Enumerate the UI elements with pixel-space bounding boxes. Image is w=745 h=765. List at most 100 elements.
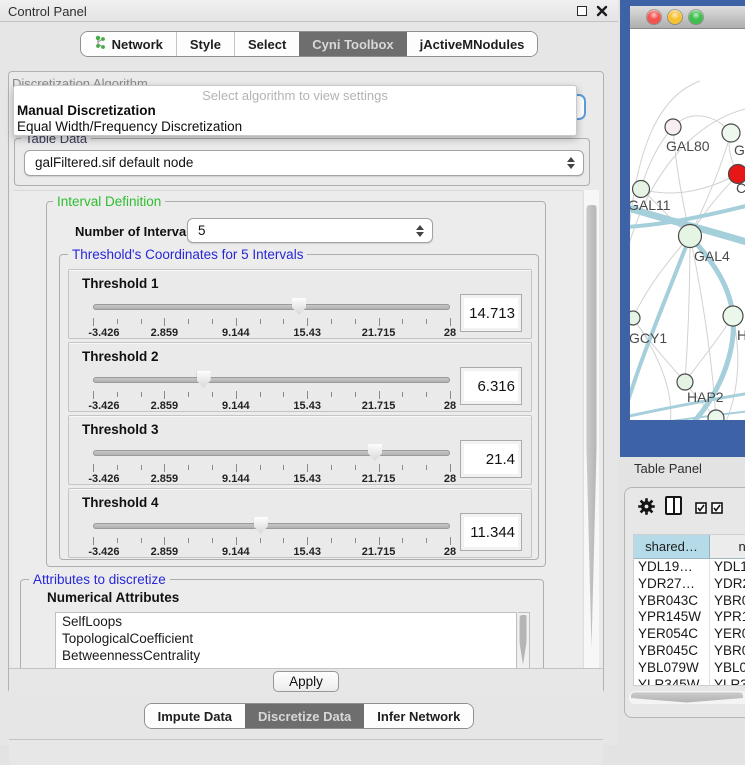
tab-jactivemnodules[interactable]: jActiveMNodules (407, 32, 538, 56)
network-node[interactable] (722, 124, 740, 142)
thresholds-group: Threshold's Coordinates for 5 Intervals … (59, 254, 539, 560)
tab-network[interactable]: Network (81, 32, 177, 56)
node-table: shared… na YDL19…YDL1YDR27…YDR2YBR043CYB… (633, 534, 745, 686)
network-node-label: GAL80 (666, 138, 710, 154)
settings-vertical-scrollbar[interactable] (583, 190, 599, 668)
slider-ticks (93, 391, 450, 400)
attributes-list-scrollbar[interactable] (518, 612, 530, 668)
network-canvas[interactable]: GAL80GACGAL11GAL4GCY1HHAP2 (630, 29, 745, 420)
network-icon (94, 35, 107, 53)
threshold-value[interactable]: 11.344 (460, 513, 522, 551)
threshold-value[interactable]: 21.4 (460, 440, 522, 478)
apply-button[interactable]: Apply (273, 671, 339, 692)
table-row[interactable]: YDR27…YDR2 (634, 576, 745, 593)
settings-scroll-viewport: Interval Definition Number of Intervals … (14, 190, 582, 668)
network-node[interactable] (677, 374, 693, 390)
interval-definition-label: Interval Definition (53, 194, 165, 209)
threshold-slider[interactable]: -3.4262.8599.14415.4321.71528 (93, 517, 450, 555)
slider-thumb[interactable] (292, 298, 306, 315)
table-panel-title: Table Panel (634, 461, 702, 476)
list-item[interactable]: BetweennessCentrality (56, 647, 516, 664)
slider-tick-labels: -3.4262.8599.14415.4321.71528 (93, 400, 450, 412)
table-header-row: shared… na (634, 535, 745, 559)
table-row[interactable]: YDL19…YDL1 (634, 559, 745, 576)
network-node-label: H (737, 327, 745, 343)
cell-name: YLR3 (710, 677, 745, 686)
threshold-slider[interactable]: -3.4262.8599.14415.4321.71528 (93, 444, 450, 482)
minimize-traffic-light-icon[interactable] (668, 10, 682, 24)
column-header-shared[interactable]: shared… (634, 535, 710, 558)
slider-thumb[interactable] (197, 371, 211, 388)
network-node-label: HAP2 (687, 389, 724, 405)
algorithm-option-manual[interactable]: Manual Discretization (14, 103, 576, 119)
threshold-value[interactable]: 14.713 (460, 294, 522, 332)
cell-name: YBR0 (710, 593, 745, 610)
network-node[interactable] (679, 225, 702, 248)
slider-thumb[interactable] (254, 517, 268, 534)
threshold-panel: Threshold 4-3.4262.8599.14415.4321.71528… (68, 488, 532, 558)
checkbox-icon[interactable] (711, 501, 723, 519)
network-node[interactable] (665, 119, 681, 135)
numerical-attributes-list[interactable]: SelfLoopsTopologicalCoefficientBetweenne… (55, 612, 517, 668)
tab-network-label: Network (112, 37, 163, 52)
gear-icon[interactable] (637, 497, 656, 521)
threshold-label: Threshold 3 (82, 422, 159, 437)
table-horizontal-scrollbar[interactable] (629, 691, 745, 704)
float-icon[interactable] (577, 6, 587, 16)
list-item[interactable]: SelfLoops (56, 613, 516, 630)
slider-tick-labels: -3.4262.8599.14415.4321.71528 (93, 327, 450, 339)
list-item[interactable]: TopologicalCoefficient (56, 630, 516, 647)
network-node[interactable] (633, 181, 650, 198)
algorithm-option-equal-width[interactable]: Equal Width/Frequency Discretization (14, 119, 576, 135)
network-node[interactable] (723, 306, 743, 326)
slider-ticks (93, 464, 450, 473)
network-edge[interactable] (633, 318, 685, 382)
checkbox-icon[interactable] (695, 501, 707, 519)
algorithm-hint: Select algorithm to view settings (14, 86, 576, 103)
tab-infer-network[interactable]: Infer Network (364, 704, 473, 728)
slider-thumb[interactable] (368, 444, 382, 461)
tab-style[interactable]: Style (177, 32, 235, 56)
attributes-group-label: Attributes to discretize (29, 572, 170, 587)
number-of-intervals-combobox[interactable]: 5 (187, 218, 433, 243)
network-node[interactable] (708, 410, 724, 420)
footer-bar: Apply (9, 668, 603, 694)
network-node[interactable] (630, 311, 640, 325)
table-row[interactable]: YPR145WYPR1 (634, 609, 745, 626)
table-row[interactable]: YER054CYER0 (634, 626, 745, 643)
threshold-slider[interactable]: -3.4262.8599.14415.4321.71528 (93, 371, 450, 409)
tab-impute-data[interactable]: Impute Data (145, 704, 245, 728)
table-row[interactable]: YLR345WYLR3 (634, 677, 745, 686)
table-data-selected-value: galFiltered.sif default node (35, 155, 193, 170)
tab-discretize-data[interactable]: Discretize Data (245, 704, 364, 728)
column-header-name[interactable]: na (710, 535, 745, 558)
network-node-label: C (736, 180, 745, 196)
control-panel-titlebar: Control Panel (0, 0, 618, 22)
table-row[interactable]: YBL079WYBL0 (634, 660, 745, 677)
close-icon[interactable] (595, 3, 609, 19)
close-traffic-light-icon[interactable] (647, 10, 661, 24)
threshold-label: Threshold 1 (82, 276, 159, 291)
tab-cyni-toolbox[interactable]: Cyni Toolbox (299, 32, 406, 56)
slider-ticks (93, 537, 450, 546)
threshold-slider[interactable]: -3.4262.8599.14415.4321.71528 (93, 298, 450, 336)
combo-arrows-icon (567, 157, 576, 169)
table-data-combobox[interactable]: galFiltered.sif default node (24, 150, 584, 176)
network-edge[interactable] (685, 236, 690, 382)
network-view-window: GAL80GACGAL11GAL4GCY1HHAP2 (620, 0, 745, 457)
window-title: Control Panel (8, 4, 87, 19)
threshold-label: Threshold 2 (82, 349, 159, 364)
cell-shared-name: YER054C (634, 626, 710, 643)
table-row[interactable]: YBR045CYBR0 (634, 643, 745, 660)
threshold-value[interactable]: 6.316 (460, 367, 522, 405)
bottom-tab-bar: Impute Data Discretize Data Infer Networ… (0, 703, 618, 729)
table-panel-toolbar (625, 488, 745, 528)
zoom-traffic-light-icon[interactable] (689, 10, 703, 24)
number-of-intervals-value: 5 (198, 223, 206, 238)
slider-ticks (93, 318, 450, 327)
network-edge[interactable] (641, 127, 673, 189)
columns-icon[interactable] (665, 496, 682, 515)
tab-select[interactable]: Select (235, 32, 299, 56)
threshold-panel: Threshold 2 -3.4262.8599.14415.4321.71528… (68, 342, 532, 412)
table-row[interactable]: YBR043CYBR0 (634, 593, 745, 610)
